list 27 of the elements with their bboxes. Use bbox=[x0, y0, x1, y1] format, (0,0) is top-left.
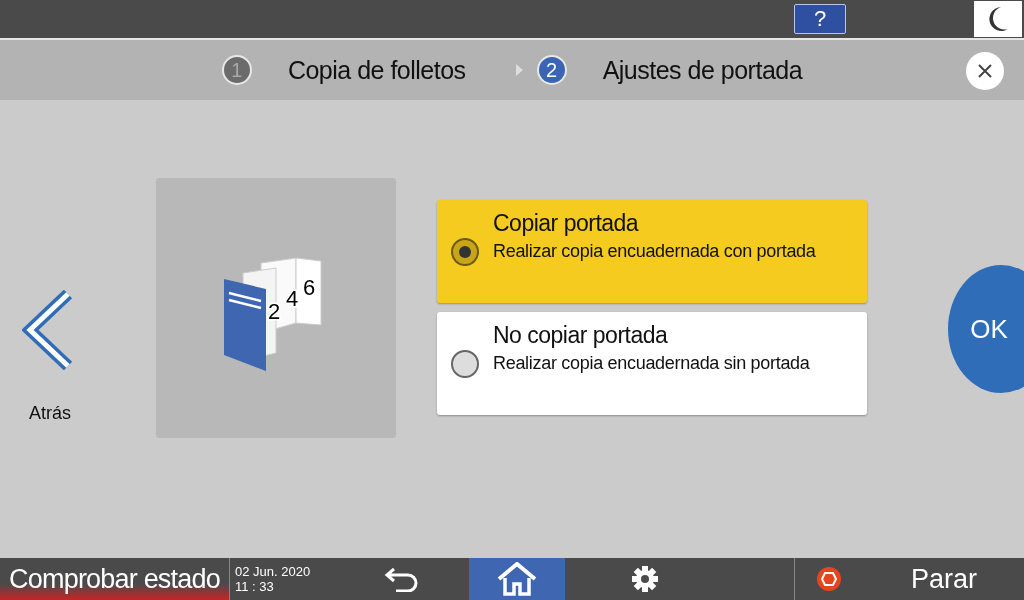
option-button[interactable]: Copiar portada Realizar copia encuadernada con portada bbox=[437, 200, 867, 303]
ok-button[interactable]: OK bbox=[948, 265, 1024, 393]
booklet-drawing: 2 4 6 bbox=[221, 243, 331, 373]
close-icon bbox=[978, 64, 992, 78]
option-description: Realizar copia encuadernada sin portada bbox=[493, 353, 810, 374]
house-icon bbox=[497, 562, 537, 596]
help-button[interactable]: ? bbox=[794, 4, 846, 34]
check-status-button[interactable]: Comprobar estado bbox=[0, 558, 230, 600]
step-number: 1 bbox=[221, 55, 252, 85]
option-title: No copiar portada bbox=[493, 322, 669, 349]
back-label: Atrás bbox=[29, 403, 71, 424]
step-number: 2 bbox=[536, 55, 567, 85]
date-text: 02 Jun. 2020 bbox=[235, 564, 312, 579]
option-button[interactable]: No copiar portada Realizar copia encuadernada sin portada bbox=[437, 312, 867, 415]
step-label: Ajustes de portada bbox=[602, 55, 803, 85]
close-button[interactable] bbox=[966, 52, 1004, 90]
stop-icon bbox=[817, 567, 841, 591]
moon-icon[interactable] bbox=[974, 1, 1022, 37]
radio-button[interactable] bbox=[451, 350, 479, 378]
option-description: Realizar copia encuadernada con portada bbox=[493, 241, 816, 262]
time-text: 11 : 33 bbox=[235, 579, 275, 594]
option-title: Copiar portada bbox=[493, 210, 640, 237]
step-label: Copia de folletos bbox=[287, 55, 466, 85]
home-button[interactable] bbox=[469, 558, 565, 600]
chevron-icon bbox=[515, 64, 523, 76]
radio-button[interactable] bbox=[451, 238, 479, 266]
stop-button[interactable]: Parar bbox=[794, 558, 1024, 600]
